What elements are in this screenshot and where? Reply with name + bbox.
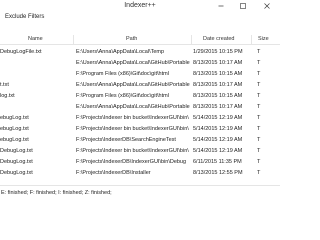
file-size: T [257,59,261,66]
file-date: 5/14/2015 12:19 AM [193,114,243,121]
file-size: T [257,103,261,110]
file-path: F:\Projects\Indexer bin bucket\IndexerGU… [76,125,189,132]
column-header-path[interactable]: Path [126,36,137,42]
file-path: E:\Users\Anna\AppData\Local\Temp [76,48,165,55]
file-path: F:\Projects\Indexer bin bucket\IndexerGU… [76,147,189,154]
file-date: 8/13/2015 10:15 AM [193,70,243,77]
file-row[interactable]: ebugLog.txt F:\Projects\Indexer bin buck… [0,123,280,134]
file-path: F:\Projects\Indexer bin bucket\IndexerGU… [76,114,189,121]
file-date: 8/13/2015 10:17 AM [193,103,243,110]
column-header-size[interactable]: Size [258,36,269,42]
file-date: 1/29/2015 10:15 PM [193,48,243,55]
file-size: T [257,92,261,99]
file-path: F:\Projects\IndexerDB\Installer [76,169,151,176]
file-size: T [257,48,261,55]
file-size: T [257,136,261,143]
file-name: DebugLog.txt [0,169,33,176]
file-row[interactable]: t.txt E:\Users\Anna\AppData\Local\GitHub… [0,79,280,90]
menu-filters[interactable]: Filters [28,14,44,20]
file-size: T [257,147,261,154]
close-button[interactable] [254,0,280,12]
close-icon [264,3,270,9]
file-name: ebugLog.txt [0,114,29,121]
maximize-icon [240,3,246,9]
file-size: T [257,125,261,132]
file-row[interactable]: DebugLog.txt F:\Projects\Indexer bin buc… [0,145,280,156]
file-size: T [257,81,261,88]
file-name: DebugLogFile.txt [0,48,42,55]
file-date: 8/13/2015 10:17 AM [193,81,243,88]
file-path: F:\Program Files (x86)\Git\doc\git\html [76,92,169,99]
menu-bar: Exclude Filters [0,12,280,23]
title-bar: Indexer++ [0,0,280,12]
minimize-button[interactable] [210,0,232,12]
file-size: T [257,169,261,176]
file-name: DebugLog.txt [0,147,33,154]
column-header-name[interactable]: Name [28,36,43,42]
file-name: log.txt [0,92,15,99]
menu-exclude[interactable]: Exclude [5,14,26,20]
file-path: F:\Program Files (x86)\Git\doc\git\html [76,70,169,77]
file-date: 5/14/2015 12:19 AM [193,136,243,143]
file-row[interactable]: DebugLog.txt F:\Projects\IndexerDB\Insta… [0,167,280,178]
file-row[interactable]: ebugLog.txt F:\Projects\Indexer bin buck… [0,112,280,123]
file-path: F:\Projects\IndexerDB\SearchEngineTest [76,136,176,143]
file-name: DebugLog.txt [0,158,33,165]
column-divider[interactable] [251,35,252,44]
maximize-button[interactable] [232,0,254,12]
file-path: E:\Users\Anna\AppData\Local\GitHub\Porta… [76,59,190,66]
file-name: ebugLog.txt [0,125,29,132]
file-path: F:\Projects\IndexerDB\IndexerGUI\bin\Deb… [76,158,187,165]
file-size: T [257,114,261,121]
file-row[interactable]: E:\Users\Anna\AppData\Local\GitHub\Porta… [0,57,280,68]
file-name: t.txt [0,81,9,88]
file-path: E:\Users\Anna\AppData\Local\GitHub\Porta… [76,81,190,88]
file-date: 8/13/2015 10:15 AM [193,92,243,99]
file-row[interactable]: log.txt F:\Program Files (x86)\Git\doc\g… [0,90,280,101]
file-date: 6/11/2015 11:35 PM [193,158,242,165]
file-date: 8/13/2015 10:17 AM [193,59,243,66]
minimize-icon [218,5,224,7]
file-row[interactable]: ebugLog.txt F:\Projects\IndexerDB\Search… [0,134,280,145]
column-divider[interactable] [191,35,192,44]
file-row[interactable]: DebugLog.txt F:\Projects\IndexerDB\Index… [0,156,280,167]
file-size: T [257,158,261,165]
file-row[interactable]: F:\Program Files (x86)\Git\doc\git\html … [0,68,280,79]
status-bar: E: finished; F: finished; I: finished; Z… [0,185,280,200]
column-header: Name Path Date created Size [0,34,280,45]
file-name: ebugLog.txt [0,136,29,143]
file-size: T [257,70,261,77]
file-date: 5/14/2015 12:19 AM [193,147,243,154]
column-header-date[interactable]: Date created [203,36,235,42]
file-date: 8/13/2015 12:55 PM [193,169,243,176]
index-status-text: E: finished; F: finished; I: finished; Z… [1,190,112,196]
file-date: 5/14/2015 12:19 AM [193,125,243,132]
file-path: E:\Users\Anna\AppData\Local\GitHub\Porta… [76,103,190,110]
file-row[interactable]: E:\Users\Anna\AppData\Local\GitHub\Porta… [0,101,280,112]
column-divider[interactable] [73,35,74,44]
file-row[interactable]: DebugLogFile.txt E:\Users\Anna\AppData\L… [0,46,280,57]
